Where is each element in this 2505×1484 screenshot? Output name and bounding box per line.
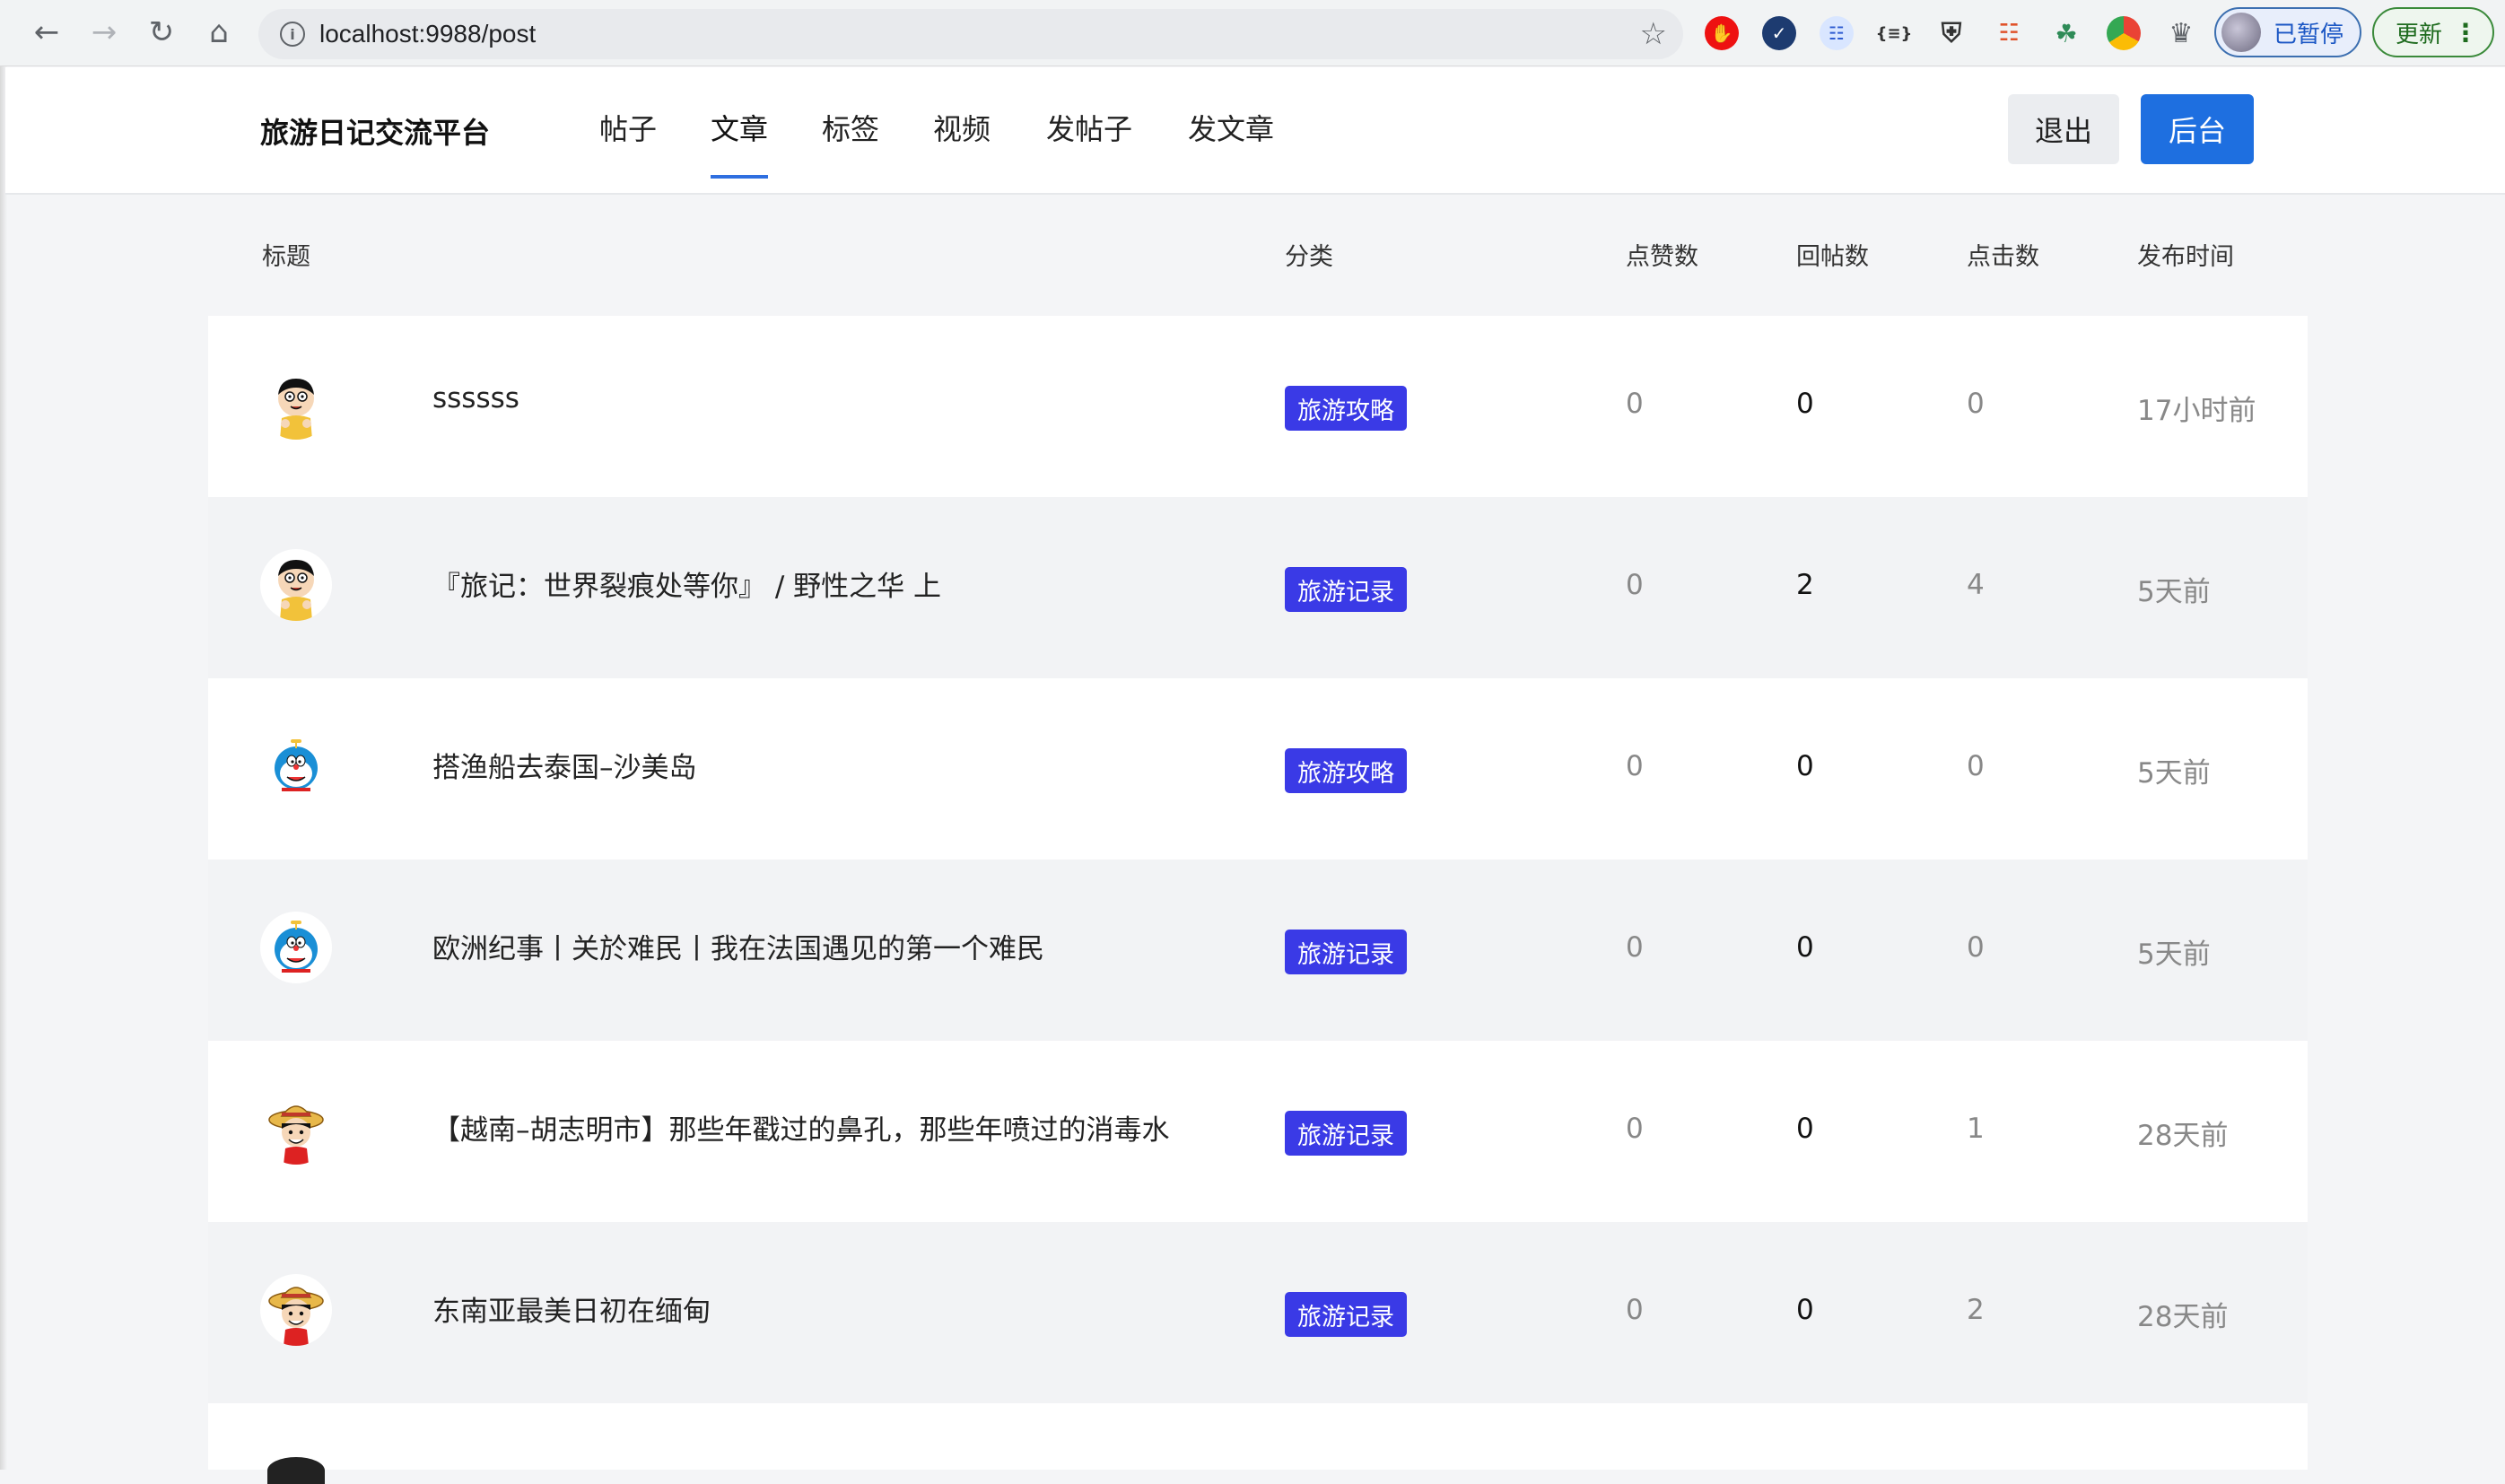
header-time: 发布时间: [2137, 243, 2234, 271]
article-title-link[interactable]: 东南亚最美日初在缅甸: [432, 1288, 711, 1329]
update-button[interactable]: 更新 ⋮: [2372, 7, 2494, 57]
clicks-count: 4: [1967, 569, 1985, 601]
site-header: 旅游日记交流平台 帖子 文章 标签 视频 发帖子 发文章 退出 后台: [5, 67, 2505, 195]
header-title: 标题: [262, 243, 310, 271]
header-category: 分类: [1285, 243, 1333, 271]
site-info-icon[interactable]: i: [280, 22, 305, 47]
category-badge[interactable]: 旅游攻略: [1285, 386, 1407, 431]
table-row[interactable]: 【越南–胡志明市】那些年戳过的鼻孔，那些年喷过的消毒水 旅游记录 0 0 1 28天前: [208, 1041, 2308, 1222]
article-title-link[interactable]: 欧洲纪事丨关於难民丨我在法国遇见的第一个难民: [432, 926, 1044, 966]
likes-count: 0: [1626, 569, 1644, 601]
tab-posts[interactable]: 帖子: [599, 107, 657, 148]
replies-count: 0: [1796, 388, 1814, 420]
replies-count: 0: [1796, 931, 1814, 964]
likes-count: 0: [1626, 1113, 1644, 1145]
tab-tags[interactable]: 标签: [822, 107, 879, 148]
table-header: 标题 分类 点赞数 回帖数 点击数 发布时间: [206, 199, 2308, 314]
replies-count: 0: [1796, 1113, 1814, 1145]
tree-extension-icon[interactable]: ☷: [1992, 16, 2026, 50]
address-bar[interactable]: i localhost:9988/post ☆: [258, 9, 1683, 59]
leaf-extension-icon[interactable]: ☘: [2049, 16, 2083, 50]
nobita-avatar[interactable]: [260, 368, 332, 440]
category-badge[interactable]: 旅游记录: [1285, 1292, 1407, 1337]
header-clicks: 点击数: [1967, 243, 2039, 271]
publish-time: 5天前: [2137, 757, 2211, 790]
clicks-count: 0: [1967, 931, 1985, 964]
article-title-link[interactable]: 『旅记：世界裂痕处等你』 / 野性之华 上: [432, 563, 941, 604]
publish-time: 17小时前: [2137, 395, 2256, 427]
chrome-extension-icon[interactable]: [2107, 16, 2141, 50]
shield-extension-icon[interactable]: ⛨: [1934, 16, 1968, 50]
category-badge[interactable]: 旅游攻略: [1285, 748, 1407, 793]
luffy-avatar[interactable]: [260, 1274, 332, 1346]
clicks-count: 0: [1967, 388, 1985, 420]
table-row[interactable]: 『旅记：世界裂痕处等你』 / 野性之华 上 旅游记录 0 2 4 5天前: [208, 497, 2308, 678]
profile-status-label: 已暂停: [2274, 21, 2344, 48]
update-label: 更新: [2396, 21, 2443, 48]
table-row-partial[interactable]: [208, 1403, 2308, 1484]
category-badge[interactable]: 旅游记录: [1285, 930, 1407, 974]
check-extension-icon[interactable]: ✓: [1762, 16, 1796, 50]
header-likes: 点赞数: [1626, 243, 1698, 271]
nobita-avatar[interactable]: [260, 549, 332, 621]
profile-button[interactable]: 已暂停: [2214, 7, 2361, 57]
site-brand[interactable]: 旅游日记交流平台: [260, 110, 490, 152]
publish-time: 5天前: [2137, 576, 2211, 608]
json-extension-icon[interactable]: {≡}: [1876, 16, 1913, 50]
window-edge: [0, 66, 7, 1470]
replies-count: 0: [1796, 1294, 1814, 1326]
profile-avatar: [2221, 13, 2261, 52]
bookmark-star-icon[interactable]: ☆: [1640, 16, 1667, 52]
avatar: [267, 1457, 325, 1484]
replies-count: 0: [1796, 750, 1814, 782]
likes-count: 0: [1626, 750, 1644, 782]
home-icon[interactable]: ⌂: [199, 13, 239, 52]
header-replies: 回帖数: [1796, 243, 1869, 271]
tab-new-article[interactable]: 发文章: [1188, 107, 1274, 148]
table-row[interactable]: 搭渔船去泰国–沙美岛 旅游攻略 0 0 0 5天前: [208, 678, 2308, 860]
translate-extension-icon[interactable]: ☷: [1820, 16, 1854, 50]
article-title-link[interactable]: 搭渔船去泰国–沙美岛: [432, 745, 697, 785]
category-badge[interactable]: 旅游记录: [1285, 567, 1407, 612]
doraemon-avatar[interactable]: [260, 730, 332, 802]
publish-time: 28天前: [2137, 1120, 2229, 1152]
clicks-count: 2: [1967, 1294, 1985, 1326]
article-title-link[interactable]: 【越南–胡志明市】那些年戳过的鼻孔，那些年喷过的消毒水: [432, 1107, 1170, 1148]
tab-new-post[interactable]: 发帖子: [1046, 107, 1132, 148]
luffy-avatar[interactable]: [260, 1093, 332, 1165]
reload-icon[interactable]: ↻: [142, 13, 181, 52]
likes-count: 0: [1626, 1294, 1644, 1326]
url-text[interactable]: localhost:9988/post: [319, 20, 536, 48]
doraemon-avatar[interactable]: [260, 912, 332, 983]
logout-button[interactable]: 退出: [2008, 94, 2119, 164]
replies-count: 2: [1796, 569, 1814, 601]
tab-articles[interactable]: 文章: [711, 107, 769, 179]
menu-dots-icon[interactable]: ⋮: [2453, 18, 2478, 48]
table-row[interactable]: 欧洲纪事丨关於难民丨我在法国遇见的第一个难民 旅游记录 0 0 0 5天前: [208, 860, 2308, 1041]
table-row[interactable]: 东南亚最美日初在缅甸 旅游记录 0 0 2 28天前: [208, 1222, 2308, 1403]
tab-videos[interactable]: 视频: [933, 107, 991, 148]
clicks-count: 1: [1967, 1113, 1985, 1145]
forward-icon[interactable]: →: [84, 13, 124, 52]
puzzle-extensions-icon[interactable]: ♛: [2164, 16, 2198, 50]
publish-time: 28天前: [2137, 1301, 2229, 1333]
adblock-extension-icon[interactable]: ✋: [1705, 16, 1739, 50]
clicks-count: 0: [1967, 750, 1985, 782]
category-badge[interactable]: 旅游记录: [1285, 1111, 1407, 1156]
likes-count: 0: [1626, 931, 1644, 964]
table-row[interactable]: ssssss 旅游攻略 0 0 0 17小时前: [208, 316, 2308, 497]
likes-count: 0: [1626, 388, 1644, 420]
article-title-link[interactable]: ssssss: [432, 382, 519, 415]
admin-button[interactable]: 后台: [2141, 94, 2254, 164]
publish-time: 5天前: [2137, 938, 2211, 971]
browser-toolbar: ← → ↻ ⌂ i localhost:9988/post ☆ ✋ ✓ ☷ {≡…: [0, 0, 2505, 66]
back-icon[interactable]: ←: [27, 13, 66, 52]
